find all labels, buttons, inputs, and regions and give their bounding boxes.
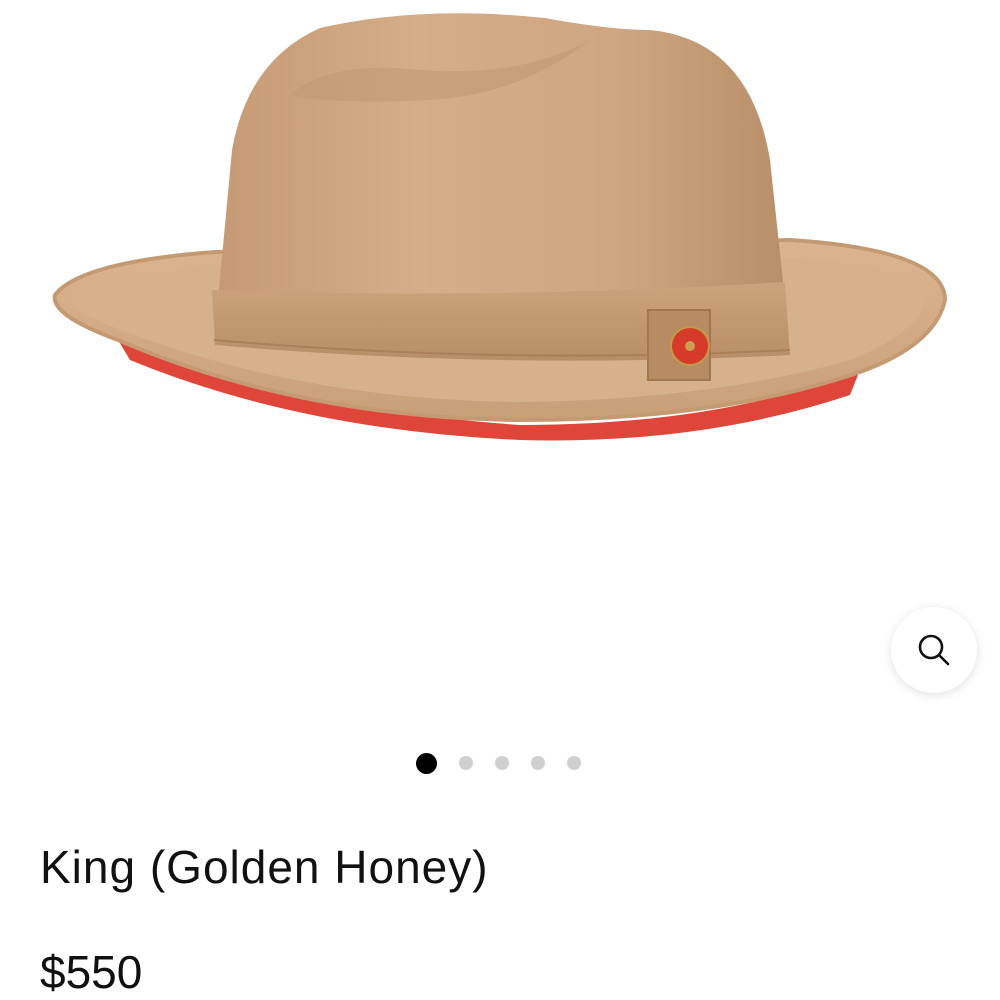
product-image-gallery[interactable]: [0, 0, 1000, 800]
product-price: $550: [40, 946, 143, 998]
carousel-pagination: [0, 750, 1000, 776]
search-icon: [918, 634, 950, 666]
hat-crown: [218, 13, 785, 301]
carousel-dot-4[interactable]: [530, 756, 545, 770]
carousel-dot-5[interactable]: [566, 756, 581, 770]
zoom-button[interactable]: [891, 607, 977, 693]
product-page: King (Golden Honey) $550: [0, 0, 1000, 1000]
product-image: [52, 13, 948, 441]
product-title: King (Golden Honey): [40, 841, 489, 893]
carousel-dot-1[interactable]: [415, 752, 437, 774]
carousel-dot-3[interactable]: [494, 756, 509, 770]
carousel-dot-2[interactable]: [458, 756, 473, 770]
